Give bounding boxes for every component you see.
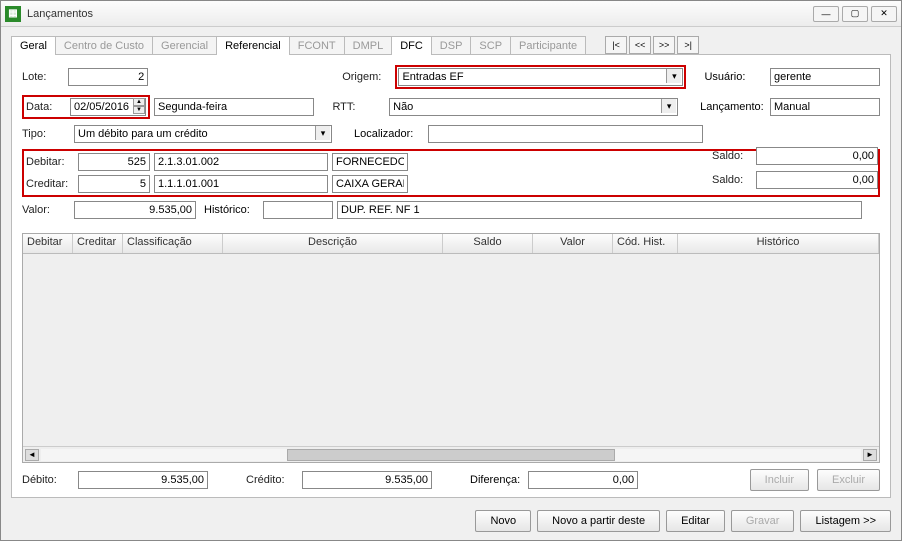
- scroll-track[interactable]: [41, 449, 861, 461]
- rtt-select[interactable]: [389, 98, 678, 116]
- saldo-cred-value: [756, 171, 878, 189]
- nav-last[interactable]: >|: [677, 36, 699, 54]
- grid-hscroll[interactable]: ◄ ►: [23, 446, 879, 462]
- saldo-deb-label: Saldo:: [712, 150, 752, 162]
- scroll-left[interactable]: ◄: [25, 449, 39, 461]
- tab-participante[interactable]: Participante: [510, 36, 586, 55]
- novo-apartir-button[interactable]: Novo a partir deste: [537, 510, 660, 532]
- date-spin-up[interactable]: ▲: [133, 98, 145, 106]
- date-spin-down[interactable]: ▼: [133, 106, 145, 114]
- nav-first[interactable]: |<: [605, 36, 627, 54]
- maximize-button[interactable]: ▢: [842, 6, 868, 22]
- col-debitar[interactable]: Debitar: [23, 234, 73, 253]
- grid-header: Debitar Creditar Classificação Descrição…: [23, 234, 879, 254]
- credito-label: Crédito:: [246, 474, 294, 486]
- tab-gerencial[interactable]: Gerencial: [152, 36, 217, 55]
- creditar-label: Creditar:: [26, 178, 74, 190]
- grid-body[interactable]: [23, 254, 879, 446]
- origem-select[interactable]: [398, 68, 683, 86]
- credito-value: [302, 471, 432, 489]
- diferenca-value: [528, 471, 638, 489]
- creditar-name[interactable]: [332, 175, 408, 193]
- col-historico[interactable]: Histórico: [678, 234, 879, 253]
- minimize-button[interactable]: —: [813, 6, 839, 22]
- col-codhist[interactable]: Cód. Hist.: [613, 234, 678, 253]
- historico-text[interactable]: [337, 201, 862, 219]
- col-creditar[interactable]: Creditar: [73, 234, 123, 253]
- debitar-account[interactable]: [154, 153, 328, 171]
- rtt-label: RTT:: [332, 101, 385, 113]
- localizador-label: Localizador:: [354, 128, 424, 140]
- col-classificacao[interactable]: Classificação: [123, 234, 223, 253]
- tab-dfc[interactable]: DFC: [391, 36, 432, 55]
- novo-button[interactable]: Novo: [475, 510, 531, 532]
- titlebar: ▦ Lançamentos — ▢ ✕: [1, 1, 901, 27]
- debitar-label: Debitar:: [26, 156, 74, 168]
- saldo-cred-label: Saldo:: [712, 174, 752, 186]
- tab-dsp[interactable]: DSP: [431, 36, 472, 55]
- data-dayname: [154, 98, 314, 116]
- lancamento-label: Lançamento:: [700, 101, 766, 113]
- listagem-button[interactable]: Listagem >>: [800, 510, 891, 532]
- lote-input[interactable]: [68, 68, 148, 86]
- app-icon: ▦: [5, 6, 21, 22]
- debito-value: [78, 471, 208, 489]
- tab-dmpl[interactable]: DMPL: [344, 36, 393, 55]
- incluir-button[interactable]: Incluir: [750, 469, 809, 491]
- footer-buttons: Novo Novo a partir deste Editar Gravar L…: [1, 504, 901, 540]
- scroll-thumb[interactable]: [287, 449, 615, 461]
- tab-fcont[interactable]: FCONT: [289, 36, 345, 55]
- diferenca-label: Diferença:: [470, 474, 520, 486]
- origem-label: Origem:: [342, 71, 391, 83]
- lote-label: Lote:: [22, 71, 64, 83]
- window-title: Lançamentos: [27, 8, 813, 20]
- debitar-code[interactable]: [78, 153, 150, 171]
- col-valor[interactable]: Valor: [533, 234, 613, 253]
- close-button[interactable]: ✕: [871, 6, 897, 22]
- localizador-input[interactable]: [428, 125, 703, 143]
- entries-grid[interactable]: Debitar Creditar Classificação Descrição…: [22, 233, 880, 463]
- scroll-right[interactable]: ►: [863, 449, 877, 461]
- tab-panel-geral: Lote: Origem: Usuário: Data: ▲: [11, 54, 891, 498]
- saldo-deb-value: [756, 147, 878, 165]
- editar-button[interactable]: Editar: [666, 510, 725, 532]
- debito-label: Débito:: [22, 474, 70, 486]
- tipo-label: Tipo:: [22, 128, 70, 140]
- usuario-input[interactable]: [770, 68, 880, 86]
- historico-code[interactable]: [263, 201, 333, 219]
- valor-input[interactable]: [74, 201, 196, 219]
- nav-next[interactable]: >>: [653, 36, 675, 54]
- excluir-button[interactable]: Excluir: [817, 469, 880, 491]
- creditar-account[interactable]: [154, 175, 328, 193]
- creditar-code[interactable]: [78, 175, 150, 193]
- lancamento-input[interactable]: [770, 98, 880, 116]
- debitar-name[interactable]: [332, 153, 408, 171]
- tab-scp[interactable]: SCP: [470, 36, 511, 55]
- valor-label: Valor:: [22, 204, 70, 216]
- usuario-label: Usuário:: [704, 71, 766, 83]
- tipo-select[interactable]: [74, 125, 332, 143]
- historico-label: Histórico:: [204, 204, 259, 216]
- tab-strip: Geral Centro de Custo Gerencial Referenc…: [11, 35, 891, 54]
- tab-centro-custo[interactable]: Centro de Custo: [55, 36, 153, 55]
- data-label: Data:: [26, 101, 66, 113]
- nav-prev[interactable]: <<: [629, 36, 651, 54]
- col-saldo[interactable]: Saldo: [443, 234, 533, 253]
- tab-referencial[interactable]: Referencial: [216, 36, 290, 55]
- gravar-button[interactable]: Gravar: [731, 510, 795, 532]
- window: ▦ Lançamentos — ▢ ✕ Geral Centro de Cust…: [0, 0, 902, 541]
- col-descricao[interactable]: Descrição: [223, 234, 443, 253]
- tab-geral[interactable]: Geral: [11, 36, 56, 55]
